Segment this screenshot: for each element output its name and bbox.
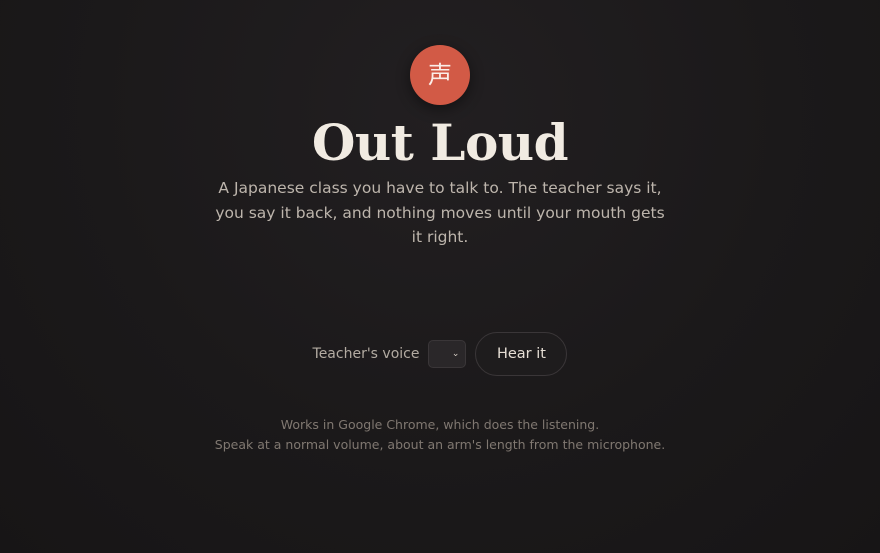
chevron-down-icon: ⌄ xyxy=(451,348,460,359)
voice-controls: Teacher's voice ⌄ Hear it xyxy=(0,332,880,376)
voice-select[interactable]: ⌄ xyxy=(428,340,467,368)
logo-glyph: 声 xyxy=(428,61,452,89)
voice-label: Teacher's voice xyxy=(312,346,420,362)
page-title: Out Loud xyxy=(311,113,569,172)
logo-badge: 声 xyxy=(410,45,470,105)
footnote-browser: Works in Google Chrome, which does the l… xyxy=(280,417,600,432)
page-subtitle: A Japanese class you have to talk to. Th… xyxy=(215,179,665,246)
footnote: Works in Google Chrome, which does the l… xyxy=(0,415,880,455)
hear-it-button[interactable]: Hear it xyxy=(475,332,568,376)
footnote-mic-tip: Speak at a normal volume, about an arm's… xyxy=(214,437,666,452)
